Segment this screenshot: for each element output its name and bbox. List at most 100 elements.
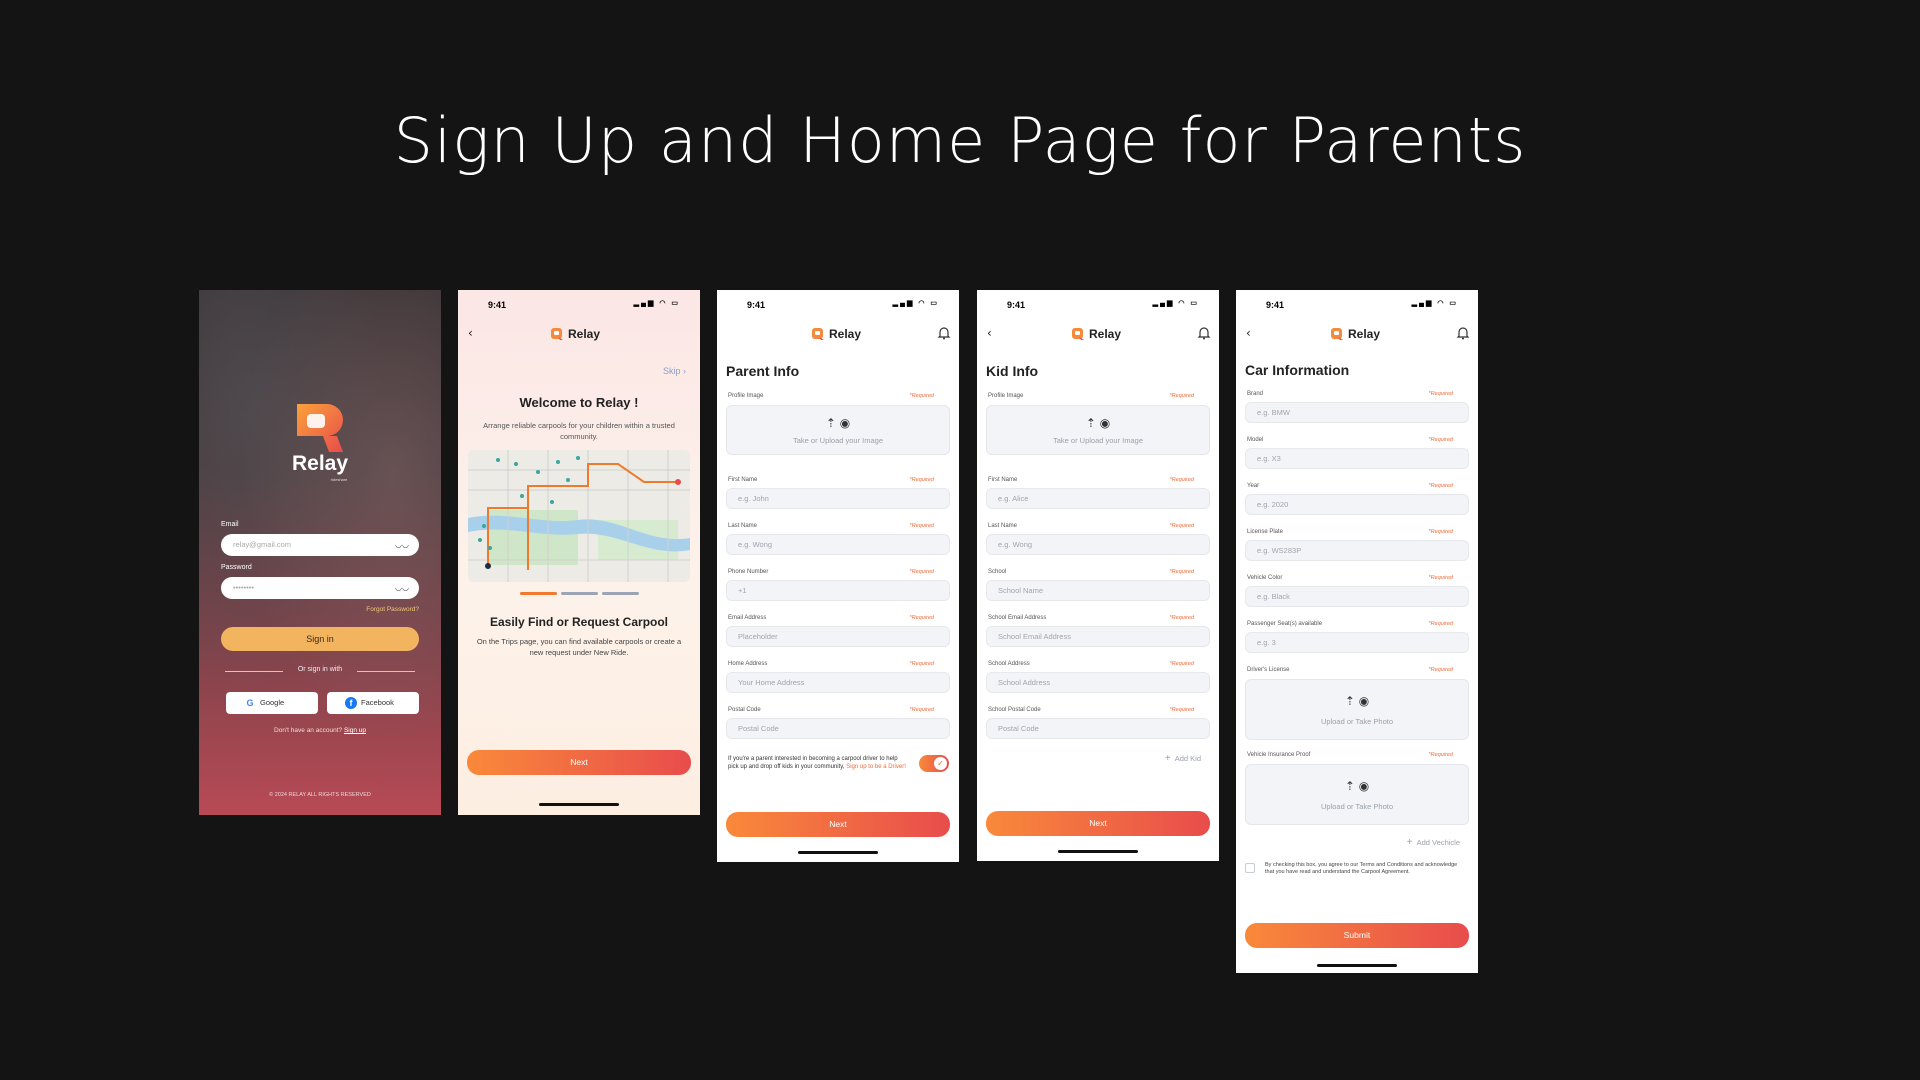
submit-button[interactable]: Submit [1245,923,1469,948]
year-field[interactable]: e.g. 2020 [1245,494,1469,515]
first-name-field[interactable]: e.g. John [726,488,950,509]
email-field[interactable]: Placeholder [726,626,950,647]
welcome-subtitle: Arrange reliable carpools for your child… [483,421,675,441]
field-label: Passenger Seat(s) available [1247,621,1323,627]
kid-info-screen: 9:41 ▂▄▆ ◠ ▭ ‹ Relay Kid Info Profile Im… [977,290,1219,861]
sign-up-link[interactable]: Sign up [344,727,366,734]
form-title: Car Information [1245,362,1350,378]
brand-field[interactable]: e.g. BMW [1245,402,1469,423]
eye-icon[interactable]: ◡◡ [395,577,409,599]
email-field[interactable]: relay@gmail.com ◡◡ [221,534,419,556]
field-label: Phone Number [728,569,769,575]
back-chevron-icon[interactable]: ‹ [468,326,473,340]
back-chevron-icon[interactable]: ‹ [987,326,992,340]
school-postal-code-field[interactable]: Postal Code [986,718,1210,739]
status-bar: 9:41 ▂▄▆ ◠ ▭ [717,290,959,316]
required-tag: *Required [1428,391,1453,397]
upload-camera-icon: ⇡ ◉ [1344,694,1370,708]
drivers-license-upload[interactable]: ⇡ ◉ Upload or Take Photo [1245,679,1469,740]
no-account-text: Don't have an account? [274,727,343,734]
eye-icon[interactable]: ◡◡ [395,534,409,556]
field-label: Home Address [728,661,768,667]
postal-code-field[interactable]: Postal Code [726,718,950,739]
required-tag: *Required [1428,483,1453,489]
field-label: Last Name [988,523,1018,529]
next-button[interactable]: Next [986,811,1210,836]
brand-tagline: rideshare [330,477,348,482]
bell-icon[interactable] [1456,326,1470,340]
required-tag: *Required [1169,661,1194,667]
google-icon: G [246,698,254,708]
status-icons: ▂▄▆ ◠ ▭ [633,300,680,307]
add-kid-link[interactable]: + Add Kid [1165,753,1201,764]
upload-caption: Upload or Take Photo [1321,717,1393,726]
last-name-field[interactable]: e.g. Wong [726,534,950,555]
school-field[interactable]: School Name [986,580,1210,601]
next-button[interactable]: Next [726,812,950,837]
insurance-upload[interactable]: ⇡ ◉ Upload or Take Photo [1245,764,1469,825]
field-label: First Name [728,477,758,483]
terms-checkbox[interactable] [1245,863,1255,873]
signup-prompt: Don't have an account? Sign up [199,727,441,734]
skip-link[interactable]: Skip › [663,366,686,376]
top-nav: ‹ Relay [977,324,1219,344]
license-plate-field[interactable]: e.g. WS283P [1245,540,1469,561]
relay-logo-icon [297,404,343,452]
first-name-field[interactable]: e.g. Alice [986,488,1210,509]
upload-camera-icon: ⇡ ◉ [1344,779,1370,793]
required-tag: *Required [909,393,934,399]
school-address-field[interactable]: School Address [986,672,1210,693]
field-label: School [988,569,1007,575]
forgot-password-link[interactable]: Forgot Password? [366,606,419,613]
status-icons: ▂▄▆ ◠ ▭ [1411,300,1458,307]
field-label: Email Address [728,615,767,621]
copyright-text: © 2024 RELAY ALL RIGHTS RESERVED [269,792,371,798]
relay-logo-icon [551,328,563,340]
required-tag: *Required [1169,393,1194,399]
field-label: Postal Code [728,707,761,713]
page-title: Sign Up and Home Page for Parents [393,104,1527,177]
page-indicator-2 [561,592,598,595]
required-tag: *Required [909,661,934,667]
driver-toggle[interactable]: ✓ [919,755,949,772]
home-address-field[interactable]: Your Home Address [726,672,950,693]
next-button[interactable]: Next [467,750,691,775]
required-tag: *Required [909,523,934,529]
profile-image-upload[interactable]: ⇡ ◉ Take or Upload your Image [726,405,950,455]
passenger-seats-field[interactable]: e.g. 3 [1245,632,1469,653]
bell-icon[interactable] [937,326,951,340]
last-name-field[interactable]: e.g. Wong [986,534,1210,555]
google-button[interactable]: G Google [226,692,318,714]
required-tag: *Required [1428,752,1453,758]
car-info-screen: 9:41 ▂▄▆ ◠ ▭ ‹ Relay Car Information Bra… [1236,290,1478,973]
upload-caption: Take or Upload your Image [792,436,884,445]
vehicle-color-field[interactable]: e.g. Black [1245,586,1469,607]
bell-icon[interactable] [1197,326,1211,340]
sign-in-button[interactable]: Sign in [221,627,419,651]
or-divider: Or sign in with [225,666,415,676]
form-title: Kid Info [986,363,1039,379]
brand-name: Relay [291,452,349,475]
back-chevron-icon[interactable]: ‹ [1246,326,1251,340]
add-vehicle-link[interactable]: + Add Vechicle [1407,837,1460,848]
profile-image-upload[interactable]: ⇡ ◉ Take or Upload your Image [986,405,1210,455]
required-tag: *Required [909,707,934,713]
model-field[interactable]: e.g. X3 [1245,448,1469,469]
phone-field[interactable]: +1 [726,580,950,601]
status-time: 9:41 [1007,300,1026,310]
required-tag: *Required [1169,569,1194,575]
required-tag: *Required [909,615,934,621]
school-email-field[interactable]: School Email Address [986,626,1210,647]
driver-signup-link[interactable]: Sign up to be a Driver! [846,764,906,770]
facebook-button[interactable]: f Facebook [327,692,419,714]
status-bar: 9:41 ▂▄▆ ◠ ▭ [458,290,700,316]
field-label: Last Name [728,523,758,529]
brand-logo: Relay [1330,325,1380,343]
field-label: School Postal Code [988,707,1041,713]
required-tag: *Required [1428,621,1453,627]
terms-text: By checking this box, you agree to our T… [1265,862,1458,875]
skip-label: Skip [662,366,681,376]
password-field[interactable]: •••••••• ◡◡ [221,577,419,599]
home-indicator [1058,850,1138,853]
brand-name: Relay [1348,327,1381,341]
